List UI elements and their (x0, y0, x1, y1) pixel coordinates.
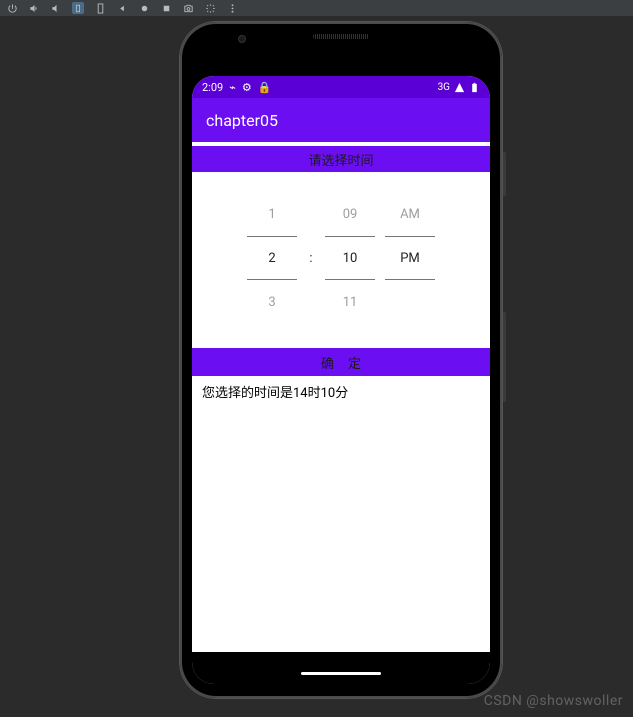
record-icon[interactable] (204, 2, 216, 14)
volume-up-icon[interactable] (28, 2, 40, 14)
confirm-label: 确定 (307, 353, 375, 372)
minute-column[interactable]: 09 10 11 (325, 192, 375, 324)
minute-next[interactable]: 11 (325, 280, 375, 324)
app-title: chapter05 (206, 111, 278, 130)
square-icon[interactable] (160, 2, 172, 14)
confirm-button[interactable]: 确定 (192, 348, 490, 376)
rotate-right-icon[interactable] (94, 2, 106, 14)
power-icon[interactable] (6, 2, 18, 14)
ampm-column[interactable]: AM PM (385, 192, 435, 324)
speaker-grille-icon (313, 34, 369, 39)
time-picker[interactable]: 1 2 3 : 09 10 11 AM PM (192, 172, 490, 348)
hour-next[interactable]: 3 (247, 280, 297, 324)
select-time-label: 请选择时间 (308, 150, 373, 169)
watermark: CSDN @showswoller (484, 693, 623, 709)
debug-icon: ⌁ (229, 81, 236, 94)
device-screen: 2:09 ⌁ ⚙ 🔒 3G chapter05 请选择时间 (192, 76, 490, 684)
battery-icon (469, 82, 480, 93)
camera-icon[interactable] (182, 2, 194, 14)
emulator-toolbar (0, 0, 633, 16)
minute-selected[interactable]: 10 (325, 236, 375, 280)
hour-selected[interactable]: 2 (247, 236, 297, 280)
network-label: 3G (438, 82, 450, 93)
more-icon[interactable] (226, 2, 238, 14)
circle-icon[interactable] (138, 2, 150, 14)
device-frame: 2:09 ⌁ ⚙ 🔒 3G chapter05 请选择时间 (180, 22, 502, 698)
navigation-bar[interactable] (192, 662, 490, 684)
select-time-header: 请选择时间 (192, 146, 490, 172)
hour-column[interactable]: 1 2 3 (247, 192, 297, 324)
ampm-prev[interactable]: AM (385, 192, 435, 236)
content-area (192, 407, 490, 652)
back-icon[interactable] (116, 2, 128, 14)
ampm-selected[interactable]: PM (385, 236, 435, 280)
app-bar: chapter05 (192, 98, 490, 142)
gear-icon: ⚙ (242, 81, 252, 94)
hour-prev[interactable]: 1 (247, 192, 297, 236)
signal-icon (454, 82, 465, 93)
volume-down-icon[interactable] (50, 2, 62, 14)
screen-bottom (192, 652, 490, 662)
front-camera-icon (238, 35, 246, 43)
rotate-left-icon[interactable] (72, 2, 84, 14)
lock-icon: 🔒 (258, 81, 272, 94)
ampm-next[interactable] (385, 280, 435, 324)
minute-prev[interactable]: 09 (325, 192, 375, 236)
status-time: 2:09 (202, 81, 223, 94)
time-separator: : (307, 192, 315, 324)
result-text: 您选择的时间是14时10分 (192, 376, 490, 407)
home-pill-icon[interactable] (301, 672, 381, 675)
status-bar: 2:09 ⌁ ⚙ 🔒 3G (192, 76, 490, 98)
emulator-canvas: 2:09 ⌁ ⚙ 🔒 3G chapter05 请选择时间 (0, 16, 633, 717)
